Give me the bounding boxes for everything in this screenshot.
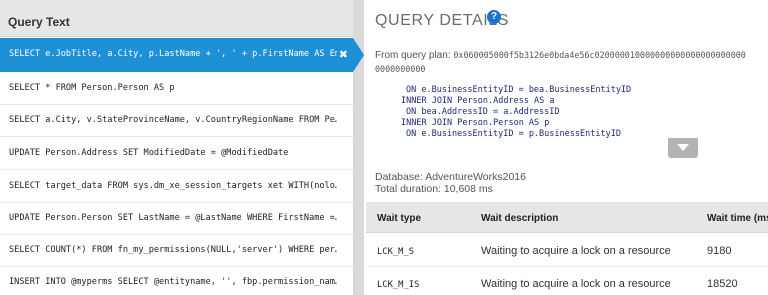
wait-time: 18520 [707, 278, 738, 290]
wait-type: LCK_M_S [377, 247, 415, 257]
selection-pointer-icon [353, 38, 364, 72]
query-row[interactable]: SELECT COUNT(*) FROM fn_my_permissions(N… [0, 234, 353, 267]
plan-hash: 0x060005000f5b3126e0bda4e56c020000010000… [453, 50, 746, 60]
query-row-selected[interactable]: SELECT e.JobTitle, a.City, p.LastName + … [0, 38, 353, 72]
waits-table-header: Wait type Wait description Wait time (ms… [366, 202, 768, 233]
query-row[interactable]: UPDATE Person.Address SET ModifiedDate =… [0, 137, 353, 170]
query-text: SELECT COUNT(*) FROM fn_my_permissions(N… [9, 245, 337, 255]
column-header-wait-description[interactable]: Wait description [481, 213, 558, 224]
wait-description: Waiting to acquire a lock on a resource [481, 278, 671, 290]
wait-description: Waiting to acquire a lock on a resource [481, 245, 671, 257]
table-row[interactable]: LCK_M_S Waiting to acquire a lock on a r… [366, 234, 768, 267]
wait-type: LCK_M_IS [377, 280, 420, 290]
database-label: Database: AdventureWorks2016 [375, 171, 526, 183]
code-line: ON e.BusinessEntityID = p.BusinessEntity… [406, 129, 621, 139]
total-duration: Total duration: 10,608 ms [375, 183, 493, 195]
query-text: SELECT * FROM Person.Person AS p [9, 83, 175, 93]
wait-time: 9180 [707, 245, 732, 257]
query-text: INSERT INTO @myperms SELECT @entityname,… [9, 277, 337, 287]
query-details-panel: QUERY DETAILS ? From query plan: 0x06000… [364, 0, 768, 295]
expand-query-button[interactable] [668, 138, 698, 158]
close-icon[interactable]: ✖ [339, 48, 348, 61]
query-row[interactable]: INSERT INTO @myperms SELECT @entityname,… [0, 266, 353, 295]
query-text: SELECT a.City, v.StateProvinceName, v.Co… [9, 115, 337, 125]
query-text: UPDATE Person.Address SET ModifiedDate =… [9, 148, 289, 158]
code-line: ON e.BusinessEntityID = bea.BusinessEnti… [406, 85, 632, 95]
query-text: UPDATE Person.Person SET LastName = @Las… [9, 213, 337, 223]
query-row[interactable]: SELECT * FROM Person.Person AS p [0, 72, 353, 105]
table-row[interactable]: LCK_M_IS Waiting to acquire a lock on a … [366, 267, 768, 295]
column-header-wait-type[interactable]: Wait type [377, 213, 421, 224]
code-line: ON bea.AddressID = a.AddressID [406, 107, 560, 117]
code-line: INNER JOIN Person.Person AS p [401, 118, 550, 128]
query-row[interactable]: UPDATE Person.Person SET LastName = @Las… [0, 202, 353, 235]
query-code-block: ON e.BusinessEntityID = bea.BusinessEnti… [375, 78, 768, 140]
help-icon[interactable]: ? [487, 10, 501, 24]
query-row[interactable]: SELECT a.City, v.StateProvinceName, v.Co… [0, 104, 353, 137]
plan-hash-continued: 0000000000 [375, 64, 426, 74]
query-text-header: Query Text [0, 0, 353, 37]
column-header-wait-time[interactable]: Wait time (ms) [707, 213, 768, 224]
query-text: SELECT target_data FROM sys.dm_xe_sessio… [9, 181, 337, 191]
query-list-panel: Query Text SELECT e.JobTitle, a.City, p.… [0, 0, 353, 295]
query-plan-reference: From query plan: 0x060005000f5b3126e0bda… [375, 50, 746, 61]
query-text: SELECT e.JobTitle, a.City, p.LastName + … [9, 49, 337, 59]
query-row[interactable]: SELECT target_data FROM sys.dm_xe_sessio… [0, 170, 353, 203]
code-line: INNER JOIN Person.Address AS a [401, 96, 555, 106]
plan-prefix: From query plan: [375, 50, 451, 61]
